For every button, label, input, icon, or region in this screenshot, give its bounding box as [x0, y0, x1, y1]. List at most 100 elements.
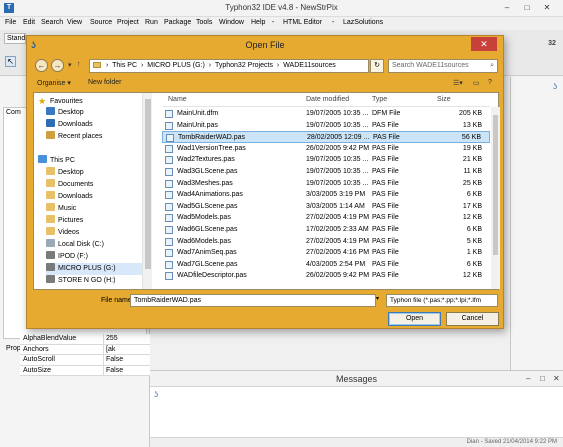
minimize-icon[interactable]: –	[526, 374, 530, 383]
minimize-icon[interactable]: –	[500, 3, 514, 13]
nav-item-local-disk[interactable]: Local Disk (C:)	[46, 239, 154, 251]
components-tab[interactable]: Com	[6, 109, 21, 116]
menu-source[interactable]: Source	[90, 19, 112, 26]
nav-item-downloads[interactable]: Downloads	[46, 119, 154, 131]
help-icon[interactable]: ?	[488, 79, 492, 86]
property-row[interactable]: AutoSize False	[20, 365, 150, 376]
menu-edit[interactable]: Edit	[23, 19, 35, 26]
nav-this-pc[interactable]: This PC	[38, 155, 146, 167]
file-icon	[165, 260, 173, 269]
menu-view[interactable]: View	[67, 19, 82, 26]
open-button[interactable]: Open	[388, 312, 441, 326]
file-row[interactable]: Wad5Models.pas 27/02/2005 4:19 PM PAS File…	[162, 212, 490, 224]
breadcrumb-micro-plus[interactable]: MICRO PLUS (G:)	[147, 62, 205, 69]
file-row[interactable]: Wad7GLScene.pas 4/03/2005 2:54 PM PAS File…	[162, 259, 490, 271]
file-row[interactable]: Wad2Textures.pas 19/07/2005 10:35 ... PAS …	[162, 154, 490, 166]
breadcrumb-separator: ›	[208, 62, 212, 69]
file-list-scrollbar[interactable]	[491, 107, 500, 289]
property-row[interactable]: AutoScroll False	[20, 355, 150, 366]
file-row[interactable]: MainUnit.pas 19/07/2005 10:35 ... PAS File…	[162, 120, 490, 132]
close-icon[interactable]: ✕	[553, 374, 560, 383]
folder-icon	[46, 203, 55, 211]
filename-input[interactable]: TombRaiderWAD.pas	[130, 294, 376, 307]
selection-arrow-icon[interactable]: ↖	[5, 56, 16, 67]
view-options-icon[interactable]: ☰▾	[453, 79, 463, 87]
file-row[interactable]: Wad6GLScene.pas 17/02/2005 2:33 AM PAS Fil…	[162, 224, 490, 236]
forward-arrow-icon[interactable]: →	[51, 59, 64, 72]
file-row[interactable]: Wad1VersionTree.pas 26/02/2005 9:42 PM PAS…	[162, 143, 490, 155]
menu-html-editor[interactable]: HTML Editor	[283, 19, 322, 26]
up-arrow-icon[interactable]: ↑	[77, 61, 81, 68]
nav-item-music[interactable]: Music	[46, 203, 154, 215]
scrollbar-thumb[interactable]	[145, 99, 151, 269]
file-row[interactable]: TombRaiderWAD.pas 28/02/2005 12:09 ... PAS…	[162, 131, 490, 143]
menu-window[interactable]: Window	[219, 19, 244, 26]
property-value[interactable]: 255	[104, 334, 150, 344]
file-row[interactable]: WADfileDescriptor.pas 26/02/2005 9:42 PM P…	[162, 270, 490, 282]
menu-project[interactable]: Project	[117, 19, 139, 26]
maximize-icon[interactable]: □	[540, 374, 545, 383]
scrollbar-thumb[interactable]	[493, 115, 498, 255]
tab-standard[interactable]: Stand	[4, 33, 26, 44]
file-date: 27/02/2005 4:19 PM	[306, 214, 370, 222]
column-size[interactable]: Size	[437, 96, 451, 103]
dialog-close-button[interactable]: ✕	[471, 37, 497, 51]
nav-item-documents[interactable]: Documents	[46, 179, 154, 191]
file-name: Wad5GLScene.pas	[177, 202, 238, 210]
file-row[interactable]: Wad6Models.pas 27/02/2005 4:19 PM PAS File…	[162, 236, 490, 248]
nav-scrollbar[interactable]	[142, 93, 152, 289]
property-value[interactable]: False	[104, 366, 150, 376]
column-name[interactable]: Name	[168, 96, 187, 103]
menu-help[interactable]: Help	[251, 19, 265, 26]
nav-item-ipod[interactable]: IPOD (F:)	[46, 251, 154, 263]
file-size: 19 KB	[462, 144, 482, 152]
breadcrumb-typhon-projects[interactable]: Typhon32 Projects	[215, 62, 273, 69]
file-row[interactable]: Wad3Meshes.pas 19/07/2005 10:35 ... PAS Fi…	[162, 178, 490, 190]
nav-item-desktop[interactable]: Desktop	[46, 167, 154, 179]
close-icon[interactable]: ✕	[540, 3, 554, 13]
nav-label: Downloads	[58, 193, 93, 200]
file-row[interactable]: Wad5GLScene.pas 3/03/2005 1:14 AM PAS File…	[162, 201, 490, 213]
cancel-button[interactable]: Cancel	[446, 312, 499, 326]
refresh-icon[interactable]: ↻	[370, 59, 384, 73]
new-folder-button[interactable]: New folder	[88, 79, 121, 86]
property-row[interactable]: AlphaBlendValue 255	[20, 334, 150, 345]
property-value[interactable]: False	[104, 355, 150, 365]
nav-item-desktop[interactable]: Desktop	[46, 107, 154, 119]
column-date-modified[interactable]: Date modified	[306, 96, 349, 103]
nav-item-downloads[interactable]: Downloads	[46, 191, 154, 203]
filename-label: File name:	[101, 297, 134, 304]
property-value[interactable]: [ak	[104, 345, 150, 355]
menu-file[interactable]: File	[5, 19, 16, 26]
maximize-icon[interactable]: □	[520, 3, 534, 13]
breadcrumb-wade11sources[interactable]: WADE11sources	[283, 62, 336, 69]
chevron-down-icon[interactable]: ▾	[376, 294, 383, 307]
back-arrow-icon[interactable]: ←	[35, 59, 48, 72]
nav-item-recent-places[interactable]: Recent places	[46, 131, 154, 143]
properties-tab[interactable]: Prop	[6, 345, 21, 352]
search-input[interactable]: Search WADE11sources ⌕	[388, 59, 498, 73]
recent-locations-icon[interactable]: ▾	[68, 61, 72, 69]
file-row[interactable]: Wad7AnimSeq.pas 27/02/2005 4:16 PM PAS Fil…	[162, 247, 490, 259]
nav-favourites[interactable]: ★ Favourites	[38, 95, 146, 107]
file-icon	[165, 179, 173, 188]
menu-run[interactable]: Run	[145, 19, 158, 26]
column-type[interactable]: Type	[372, 96, 387, 103]
menu-search[interactable]: Search	[41, 19, 63, 26]
file-row[interactable]: Wad4Animations.pas 3/03/2005 3:19 PM PAS F…	[162, 189, 490, 201]
nav-item-store-n-go[interactable]: STORE N GO (H:)	[46, 275, 154, 287]
address-bar[interactable]: › This PC › MICRO PLUS (G:) › Typhon32 P…	[89, 59, 369, 73]
preview-pane-icon[interactable]: ▭	[473, 79, 480, 87]
breadcrumb-this-pc[interactable]: This PC	[112, 62, 137, 69]
property-row[interactable]: Anchors [ak	[20, 344, 150, 355]
menu-lazsolutions[interactable]: LazSolutions	[343, 19, 383, 26]
file-row[interactable]: MainUnit.dfm 19/07/2005 10:35 ... DFM File…	[162, 108, 490, 120]
file-row[interactable]: Wad3GLScene.pas 19/07/2005 10:35 ... PAS F…	[162, 166, 490, 178]
nav-item-videos[interactable]: Videos	[46, 227, 154, 239]
organise-button[interactable]: Organise ▾	[37, 79, 71, 87]
filetype-select[interactable]: Typhon file (*.pas;*.pp;*.lpi;*.lfm	[386, 294, 498, 307]
menu-package[interactable]: Package	[164, 19, 191, 26]
menu-tools[interactable]: Tools	[196, 19, 212, 26]
nav-item-pictures[interactable]: Pictures	[46, 215, 154, 227]
nav-item-micro-plus[interactable]: MICRO PLUS (G:)	[46, 263, 142, 275]
